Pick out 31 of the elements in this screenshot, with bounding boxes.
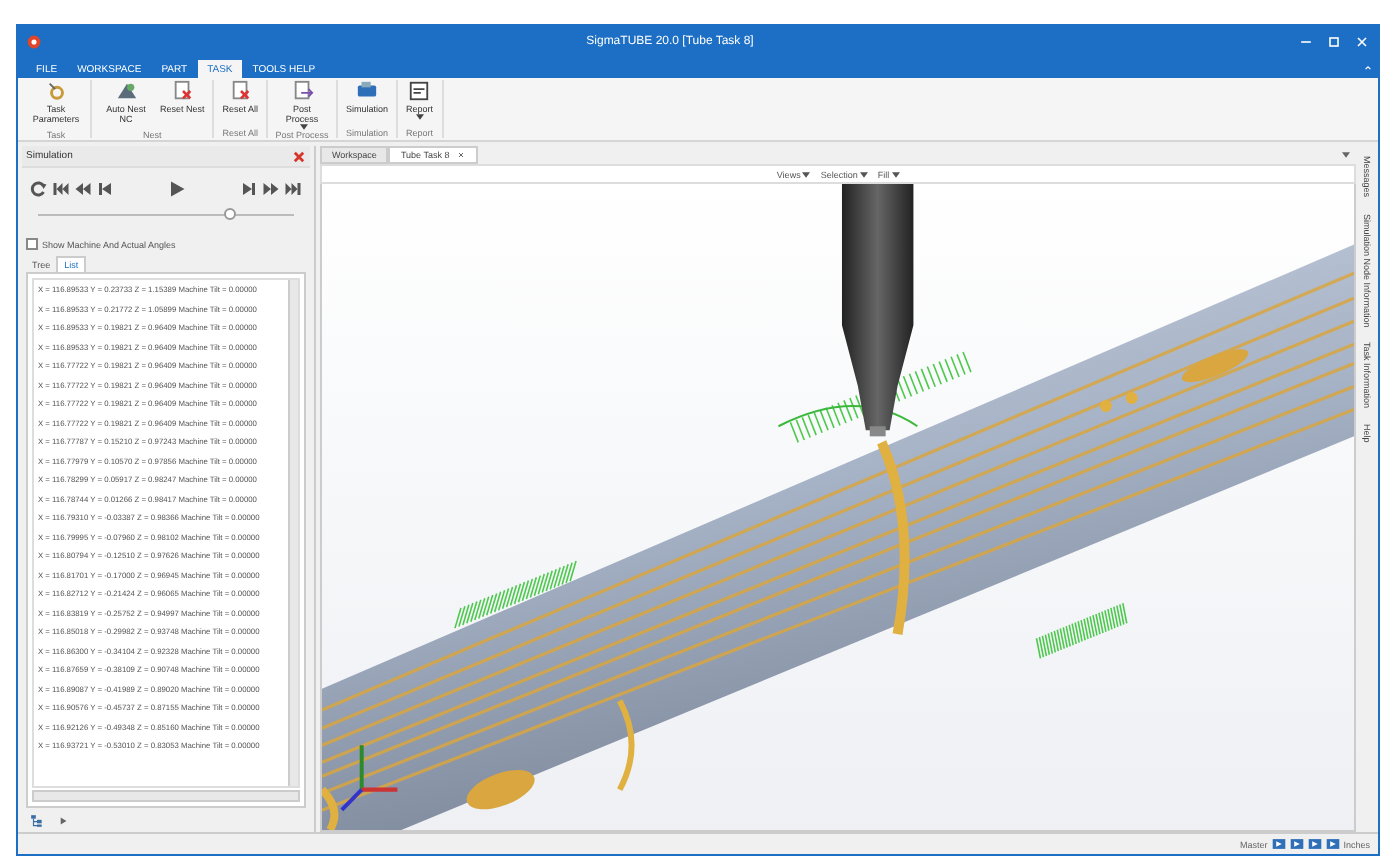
step-forward-icon[interactable] bbox=[240, 180, 258, 198]
app-logo-icon bbox=[26, 34, 42, 50]
tree-view-icon[interactable] bbox=[30, 813, 44, 827]
play-icon[interactable] bbox=[56, 813, 70, 827]
caret-icon[interactable] bbox=[1342, 152, 1350, 158]
view-icon[interactable] bbox=[1307, 838, 1322, 850]
caret-icon bbox=[416, 114, 425, 120]
rewind-icon[interactable] bbox=[74, 180, 92, 198]
close-icon[interactable] bbox=[455, 150, 466, 160]
vertical-scrollbar[interactable] bbox=[288, 280, 298, 786]
fast-forward-icon[interactable] bbox=[262, 180, 280, 198]
axis-triad-icon bbox=[340, 745, 398, 812]
collapse-ribbon-icon[interactable] bbox=[1362, 62, 1374, 74]
caret-icon bbox=[802, 171, 811, 177]
maximize-icon[interactable] bbox=[1326, 34, 1342, 50]
skip-to-start-icon[interactable] bbox=[52, 180, 70, 198]
step-back-icon[interactable] bbox=[96, 180, 114, 198]
horizontal-scrollbar[interactable] bbox=[32, 790, 300, 802]
caret-icon bbox=[891, 171, 900, 177]
view-icon[interactable] bbox=[1271, 838, 1286, 850]
nest-icon bbox=[115, 80, 137, 102]
caret-icon bbox=[299, 124, 308, 130]
view-icon[interactable] bbox=[1289, 838, 1304, 850]
simulation-slider[interactable] bbox=[38, 208, 294, 222]
caret-icon bbox=[859, 171, 868, 177]
close-icon[interactable] bbox=[292, 149, 306, 163]
view-icon[interactable] bbox=[1325, 838, 1340, 850]
checkbox[interactable] bbox=[26, 238, 38, 250]
loop-icon[interactable] bbox=[30, 180, 48, 198]
play-icon[interactable] bbox=[168, 180, 186, 198]
skip-to-end-icon[interactable] bbox=[284, 180, 302, 198]
